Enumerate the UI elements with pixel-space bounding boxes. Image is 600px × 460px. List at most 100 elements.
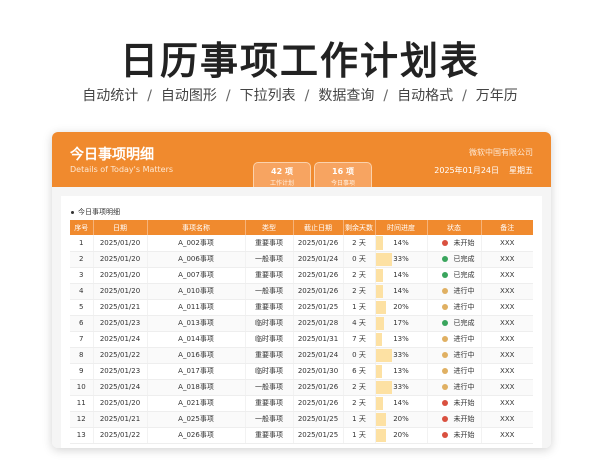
row-number: 1 [70, 235, 94, 252]
column-header[interactable]: 截止日期 [293, 220, 344, 235]
row-date: 2025/01/24 [93, 379, 148, 396]
row-note: XXX [481, 315, 533, 332]
progress-circle-icon [441, 384, 448, 390]
progress-text: 14% [393, 238, 409, 247]
row-item-name: A_014事项 [147, 331, 246, 348]
progress-bar [375, 396, 383, 410]
row-item-name: A_021事项 [147, 395, 246, 412]
table-row[interactable]: 2 2025/01/20 A_006事项 一般事项 2025/01/24 0 天 33% 已完… [70, 251, 533, 268]
column-header[interactable]: 状态 [427, 220, 482, 235]
table-row[interactable]: 7 2025/01/24 A_014事项 临时事项 2025/01/31 7 天 13% 进行… [70, 331, 533, 348]
table-row[interactable]: 9 2025/01/23 A_017事项 临时事项 2025/01/30 6 天 13% 进行… [70, 363, 533, 380]
row-progress: 13% [375, 331, 428, 348]
row-note: XXX [481, 395, 533, 412]
row-type: 重要事项 [245, 299, 294, 316]
status-text: 进行中 [453, 351, 475, 359]
progress-text: 33% [393, 383, 409, 391]
row-note: XXX [481, 251, 533, 268]
table-row[interactable]: 5 2025/01/21 A_011事项 重要事项 2025/01/25 1 天 20% 进行… [70, 299, 533, 316]
column-header[interactable]: 时间进度 [375, 220, 428, 235]
status-text: 已完成 [453, 319, 475, 327]
row-remaining-days: 2 天 [343, 379, 376, 396]
row-progress: 17% [375, 315, 428, 332]
stat-tab-today-items[interactable]: 16 项 今日事项 [314, 162, 372, 187]
progress-text: 20% [393, 431, 409, 439]
row-status: 未开始 [427, 395, 482, 412]
row-date: 2025/01/20 [93, 267, 148, 284]
status-text: 进行中 [453, 287, 475, 295]
column-header[interactable]: 日期 [93, 220, 148, 235]
feature-item: 自动统计 [82, 88, 139, 104]
stat-label: 工作计划 [269, 180, 294, 187]
table-row[interactable]: 4 2025/01/20 A_010事项 一般事项 2025/01/26 2 天 14% 进行… [70, 283, 533, 300]
table-row[interactable]: 8 2025/01/22 A_016事项 重要事项 2025/01/24 0 天 33% 进行… [70, 347, 533, 364]
status-text: 未开始 [453, 399, 475, 407]
progress-bar [375, 364, 383, 378]
stat-tab-work-plan[interactable]: 42 项 工作计划 [253, 162, 311, 187]
row-date: 2025/01/21 [93, 411, 148, 428]
progress-text: 17% [393, 319, 409, 327]
row-number: 13 [70, 427, 94, 444]
row-type: 临时事项 [245, 331, 294, 348]
progress-text: 14% [393, 287, 409, 295]
row-date: 2025/01/23 [93, 315, 148, 332]
stat-value: 16 项 [332, 167, 354, 176]
row-status: 进行中 [427, 363, 482, 380]
row-remaining-days: 6 天 [343, 363, 376, 380]
stat-label: 今日事项 [330, 180, 355, 187]
dashboard-card: 今日事项明细 Details of Today's Matters 微软中国有限… [52, 132, 551, 448]
row-remaining-days: 1 天 [343, 299, 376, 316]
row-remaining-days: 7 天 [343, 331, 376, 348]
stat-value: 42 项 [271, 167, 293, 176]
row-note: XXX [481, 411, 533, 428]
row-number: 4 [70, 283, 94, 300]
row-status: 未开始 [427, 411, 482, 428]
progress-bar [375, 236, 383, 250]
row-type: 临时事项 [245, 315, 294, 332]
row-type: 重要事项 [245, 235, 294, 252]
progress-circle-icon [441, 336, 448, 342]
table-row[interactable]: 10 2025/01/24 A_018事项 一般事项 2025/01/26 2 天 33% 进… [70, 379, 533, 396]
row-item-name: A_010事项 [147, 283, 246, 300]
row-status: 进行中 [427, 299, 482, 316]
row-type: 一般事项 [245, 283, 294, 300]
column-header[interactable]: 类型 [245, 220, 294, 235]
row-type: 重要事项 [245, 395, 294, 412]
row-date: 2025/01/21 [93, 299, 148, 316]
row-note: XXX [481, 379, 533, 396]
table-row[interactable]: 3 2025/01/20 A_007事项 重要事项 2025/01/26 2 天 14% 已完… [70, 267, 533, 284]
column-header[interactable]: 事项名称 [147, 220, 246, 235]
feature-separator: / [304, 88, 310, 104]
row-deadline: 2025/01/25 [293, 299, 344, 316]
row-status: 进行中 [427, 283, 482, 300]
table-row[interactable]: 11 2025/01/20 A_021事项 重要事项 2025/01/26 2 天 14% 未… [70, 395, 533, 412]
feature-separator: / [383, 88, 389, 104]
feature-separator: / [225, 88, 231, 104]
card-subtitle: Details of Today's Matters [70, 165, 174, 174]
column-header[interactable]: 剩余天数 [343, 220, 376, 235]
row-type: 一般事项 [245, 379, 294, 396]
row-type: 一般事项 [245, 251, 294, 268]
progress-circle-icon [441, 304, 448, 310]
check-circle-icon [441, 272, 448, 278]
table-row[interactable]: 12 2025/01/21 A_025事项 一般事项 2025/01/25 1 天 20% 未… [70, 411, 533, 428]
row-number: 6 [70, 315, 94, 332]
feature-item: 自动格式 [397, 88, 454, 104]
x-circle-icon [441, 239, 448, 246]
table-row[interactable]: 6 2025/01/23 A_013事项 临时事项 2025/01/28 4 天 17% 已完… [70, 315, 533, 332]
table-row[interactable]: 13 2025/01/22 A_026事项 重要事项 2025/01/25 1 天 20% 未… [70, 427, 533, 444]
progress-text: 33% [393, 255, 409, 263]
row-progress: 14% [375, 267, 428, 284]
row-note: XXX [481, 299, 533, 316]
weekday-text: 星期五 [509, 166, 533, 175]
column-header[interactable]: 序号 [70, 220, 94, 235]
row-number: 10 [70, 379, 94, 396]
row-item-name: A_017事项 [147, 363, 246, 380]
table-row[interactable]: 1 2025/01/20 A_002事项 重要事项 2025/01/26 2 天 14% 未开… [70, 235, 533, 252]
column-header[interactable]: 备注 [481, 220, 533, 235]
x-circle-icon [441, 416, 448, 422]
row-remaining-days: 4 天 [343, 315, 376, 332]
row-progress: 20% [375, 411, 428, 428]
progress-bar [375, 428, 386, 442]
bullet-icon [71, 210, 74, 214]
